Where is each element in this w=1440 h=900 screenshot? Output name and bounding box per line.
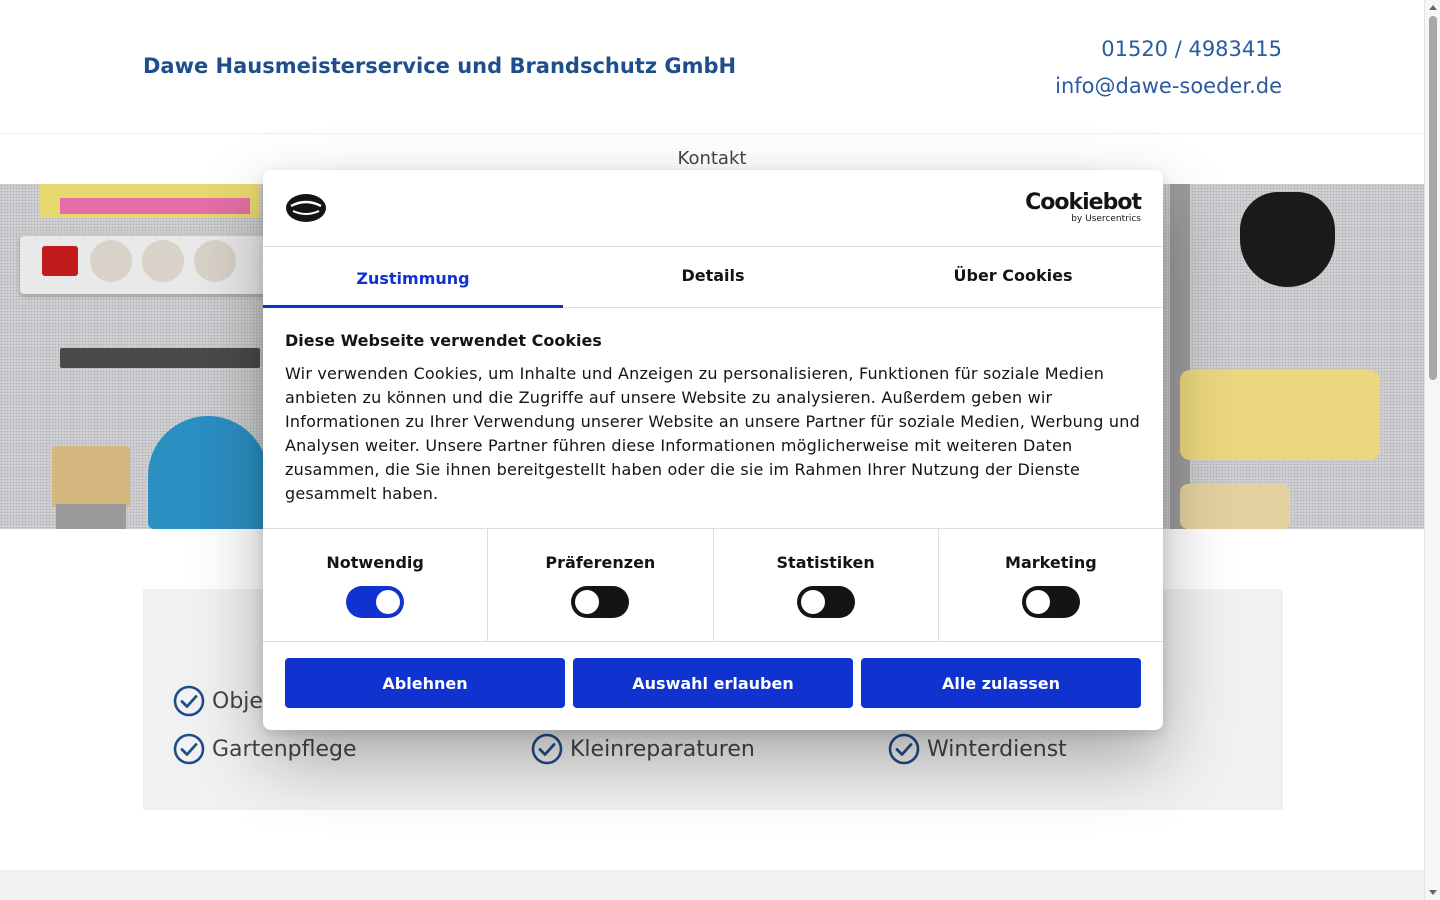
service-item: Kleinreparaturen [531,733,755,765]
decline-button[interactable]: Ablehnen [285,658,565,708]
dialog-header: Cookiebot by Usercentrics [263,170,1163,247]
dialog-heading: Diese Webseite verwendet Cookies [285,331,602,350]
scroll-up-icon[interactable] [1429,5,1437,10]
tab-ueber-cookies[interactable]: Über Cookies [863,247,1163,307]
toggle-knob [575,590,600,614]
check-circle-icon [173,685,205,717]
service-item: Gartenpflege [173,733,357,765]
service-item: Winterdienst [888,733,1067,765]
toggle-knob [800,590,825,614]
check-circle-icon [531,733,563,765]
cookie-consent-dialog: Cookiebot by Usercentrics Zustimmung Det… [263,170,1163,730]
consent-toggles: Notwendig Präferenzen Statistiken Market… [263,528,1163,642]
service-label: Winterdienst [927,736,1067,762]
toggle-label: Marketing [1005,553,1097,572]
tab-details[interactable]: Details [563,247,863,307]
cookiebot-brand-sub: by Usercentrics [1071,214,1141,224]
footer-band [0,870,1424,900]
service-item: Objek [173,685,276,717]
contact-info: 01520 / 4983415 info@dawe-soeder.de [1055,31,1282,105]
scroll-down-icon[interactable] [1429,890,1437,895]
email-link[interactable]: info@dawe-soeder.de [1055,68,1282,105]
toggle-knob [1025,590,1050,614]
tab-zustimmung[interactable]: Zustimmung [263,247,563,308]
dialog-body: Diese Webseite verwendet Cookies Wir ver… [285,331,1141,506]
toggle-statistiken[interactable] [796,586,855,618]
toggle-group-praeferenzen: Präferenzen [488,529,714,641]
page-scrollbar[interactable] [1424,0,1440,900]
cookiebot-logo-icon [286,194,326,222]
toggle-group-marketing: Marketing [939,529,1163,641]
service-label: Kleinreparaturen [570,736,755,762]
toggle-marketing[interactable] [1021,586,1080,618]
check-circle-icon [888,733,920,765]
toggle-praeferenzen[interactable] [571,586,630,618]
toggle-label: Notwendig [326,553,424,572]
dialog-buttons: Ablehnen Auswahl erlauben Alle zulassen [285,658,1141,708]
cookiebot-brand[interactable]: Cookiebot by Usercentrics [1025,190,1142,225]
toggle-notwendig[interactable] [346,586,405,618]
toggle-group-notwendig: Notwendig [263,529,489,641]
toggle-group-statistiken: Statistiken [714,529,939,641]
toggle-label: Präferenzen [545,553,656,572]
allow-all-button[interactable]: Alle zulassen [861,658,1141,708]
allow-selection-button[interactable]: Auswahl erlauben [573,658,853,708]
dialog-tabs: Zustimmung Details Über Cookies [263,247,1163,308]
toggle-label: Statistiken [776,553,875,572]
scrollbar-thumb[interactable] [1429,16,1437,380]
nav-item-kontakt[interactable]: Kontakt [678,148,747,169]
site-header: Dawe Hausmeisterservice und Brandschutz … [0,0,1424,134]
dialog-text: Wir verwenden Cookies, um Inhalte und An… [285,364,1140,503]
toggle-knob [376,590,401,614]
cookiebot-brand-name: Cookiebot [1025,190,1142,215]
service-label: Gartenpflege [212,736,357,762]
check-circle-icon [173,733,205,765]
phone-link[interactable]: 01520 / 4983415 [1055,31,1282,68]
site-brand[interactable]: Dawe Hausmeisterservice und Brandschutz … [143,54,736,78]
